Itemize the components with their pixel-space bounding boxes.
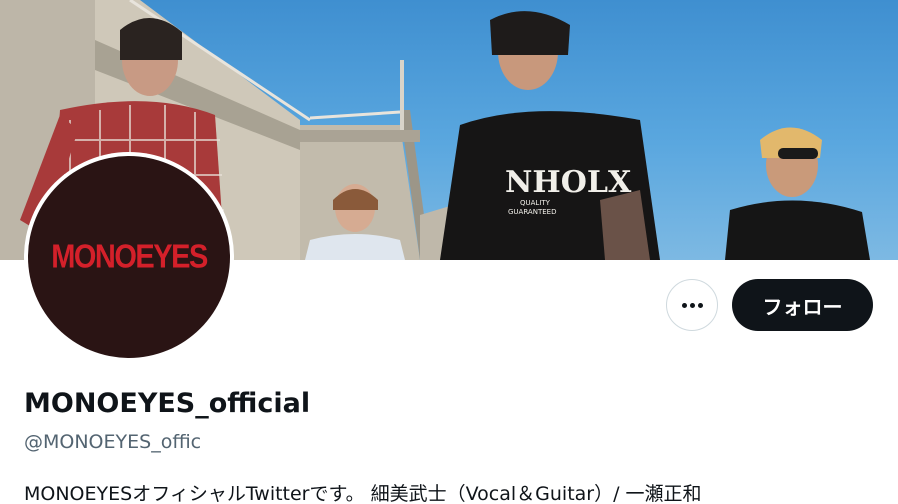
profile-avatar[interactable]: MONOEYES [24, 152, 234, 362]
user-handle: @MONOEYES_offic [24, 431, 202, 453]
more-options-button[interactable] [666, 279, 718, 331]
profile-page: NHOLX QUALITY GUARANTEED MONOEYES フォロー M… [0, 0, 898, 504]
svg-text:QUALITY: QUALITY [520, 199, 551, 207]
follow-button[interactable]: フォロー [732, 279, 873, 331]
avatar-logo-text: MONOEYES [51, 238, 208, 275]
svg-text:GUARANTEED: GUARANTEED [508, 208, 556, 216]
more-horizontal-icon [681, 302, 703, 308]
display-name: MONOEYES_official [24, 388, 311, 419]
avatar-image: MONOEYES [28, 156, 230, 358]
profile-bio: MONOEYESオフィシャルTwitterです。 細美武士（Vocal＆Guit… [24, 483, 702, 504]
svg-text:NHOLX: NHOLX [505, 165, 632, 200]
